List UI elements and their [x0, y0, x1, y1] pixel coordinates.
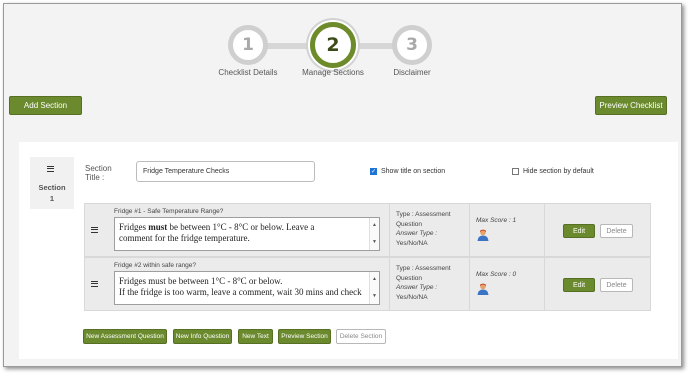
preview-section-button[interactable]: Preview Section: [278, 329, 331, 344]
edit-button[interactable]: Edit: [563, 278, 595, 292]
drag-handle-icon[interactable]: [47, 166, 54, 172]
step-2-label[interactable]: Manage Sections: [288, 68, 378, 77]
edit-button[interactable]: Edit: [563, 224, 595, 238]
delete-button[interactable]: Delete: [600, 278, 633, 292]
scroll-up-arrow-icon[interactable]: ▲: [372, 274, 377, 285]
divider: [469, 258, 470, 310]
scroll-down-arrow-icon[interactable]: ▼: [372, 291, 377, 302]
scroll-down-arrow-icon[interactable]: ▼: [372, 237, 377, 248]
show-title-checkbox[interactable]: ✓ Show title on section: [370, 168, 445, 175]
section-title-input[interactable]: Fridge Temperature Checks: [136, 161, 315, 182]
divider: [544, 204, 545, 256]
divider: [389, 258, 390, 310]
new-info-question-button[interactable]: New Info Question: [173, 329, 232, 344]
step-2-circle[interactable]: 2: [310, 22, 356, 68]
person-score-icon: [477, 229, 489, 241]
question-text-area[interactable]: Fridges must be between 1°C - 8°C or bel…: [114, 271, 380, 305]
step-1-circle[interactable]: 1: [228, 25, 268, 65]
section-title-label: Section Title :: [85, 164, 112, 182]
delete-section-button[interactable]: Delete Section: [336, 329, 386, 344]
scrollbar[interactable]: ▲ ▼: [369, 272, 379, 304]
section-number-label: Section 1: [38, 183, 66, 203]
drag-handle-icon[interactable]: [91, 227, 98, 233]
checkbox-empty[interactable]: [512, 168, 519, 175]
question-text-area[interactable]: Fridges must be between 1°C - 8°C or bel…: [114, 217, 380, 251]
max-score: Max Score : 1: [476, 217, 517, 224]
section-panel: Section 1 Section Title : Fridge Tempera…: [19, 142, 678, 359]
scrollbar[interactable]: ▲ ▼: [369, 218, 379, 250]
divider: [544, 258, 545, 310]
new-text-button[interactable]: New Text: [238, 329, 273, 344]
delete-button[interactable]: Delete: [600, 224, 633, 238]
question-title: Fridge #2 within safe range?: [114, 262, 197, 269]
scroll-up-arrow-icon[interactable]: ▲: [372, 220, 377, 231]
new-assessment-question-button[interactable]: New Assessment Question: [83, 329, 167, 344]
question-type-info: Type : Assessment Question Answer Type :…: [396, 211, 451, 247]
question-row: Fridge #2 within safe range? Fridges mus…: [84, 257, 651, 311]
show-title-label: Show title on section: [381, 168, 446, 175]
add-section-button[interactable]: Add Section: [9, 96, 82, 115]
divider: [389, 204, 390, 256]
question-row: Fridge #1 - Safe Temperature Range? Frid…: [84, 203, 651, 257]
question-title: Fridge #1 - Safe Temperature Range?: [114, 208, 224, 215]
hide-section-checkbox[interactable]: Hide section by default: [512, 168, 594, 175]
page-frame: 1 2 3 Checklist Details Manage Sections …: [3, 3, 682, 367]
question-type-info: Type : Assessment Question Answer Type :…: [396, 265, 451, 301]
max-score: Max Score : 0: [476, 271, 517, 278]
step-3-label[interactable]: Disclaimer: [367, 68, 457, 77]
hide-section-label: Hide section by default: [523, 168, 594, 175]
section-drag-handle[interactable]: Section 1: [30, 157, 74, 209]
drag-handle-icon[interactable]: [91, 281, 98, 287]
person-score-icon: [477, 283, 489, 295]
checkmark-icon[interactable]: ✓: [370, 168, 377, 175]
preview-checklist-button[interactable]: Preview Checklist: [595, 96, 667, 115]
step-3-circle[interactable]: 3: [392, 25, 432, 65]
divider: [469, 204, 470, 256]
step-1-label[interactable]: Checklist Details: [203, 68, 293, 77]
